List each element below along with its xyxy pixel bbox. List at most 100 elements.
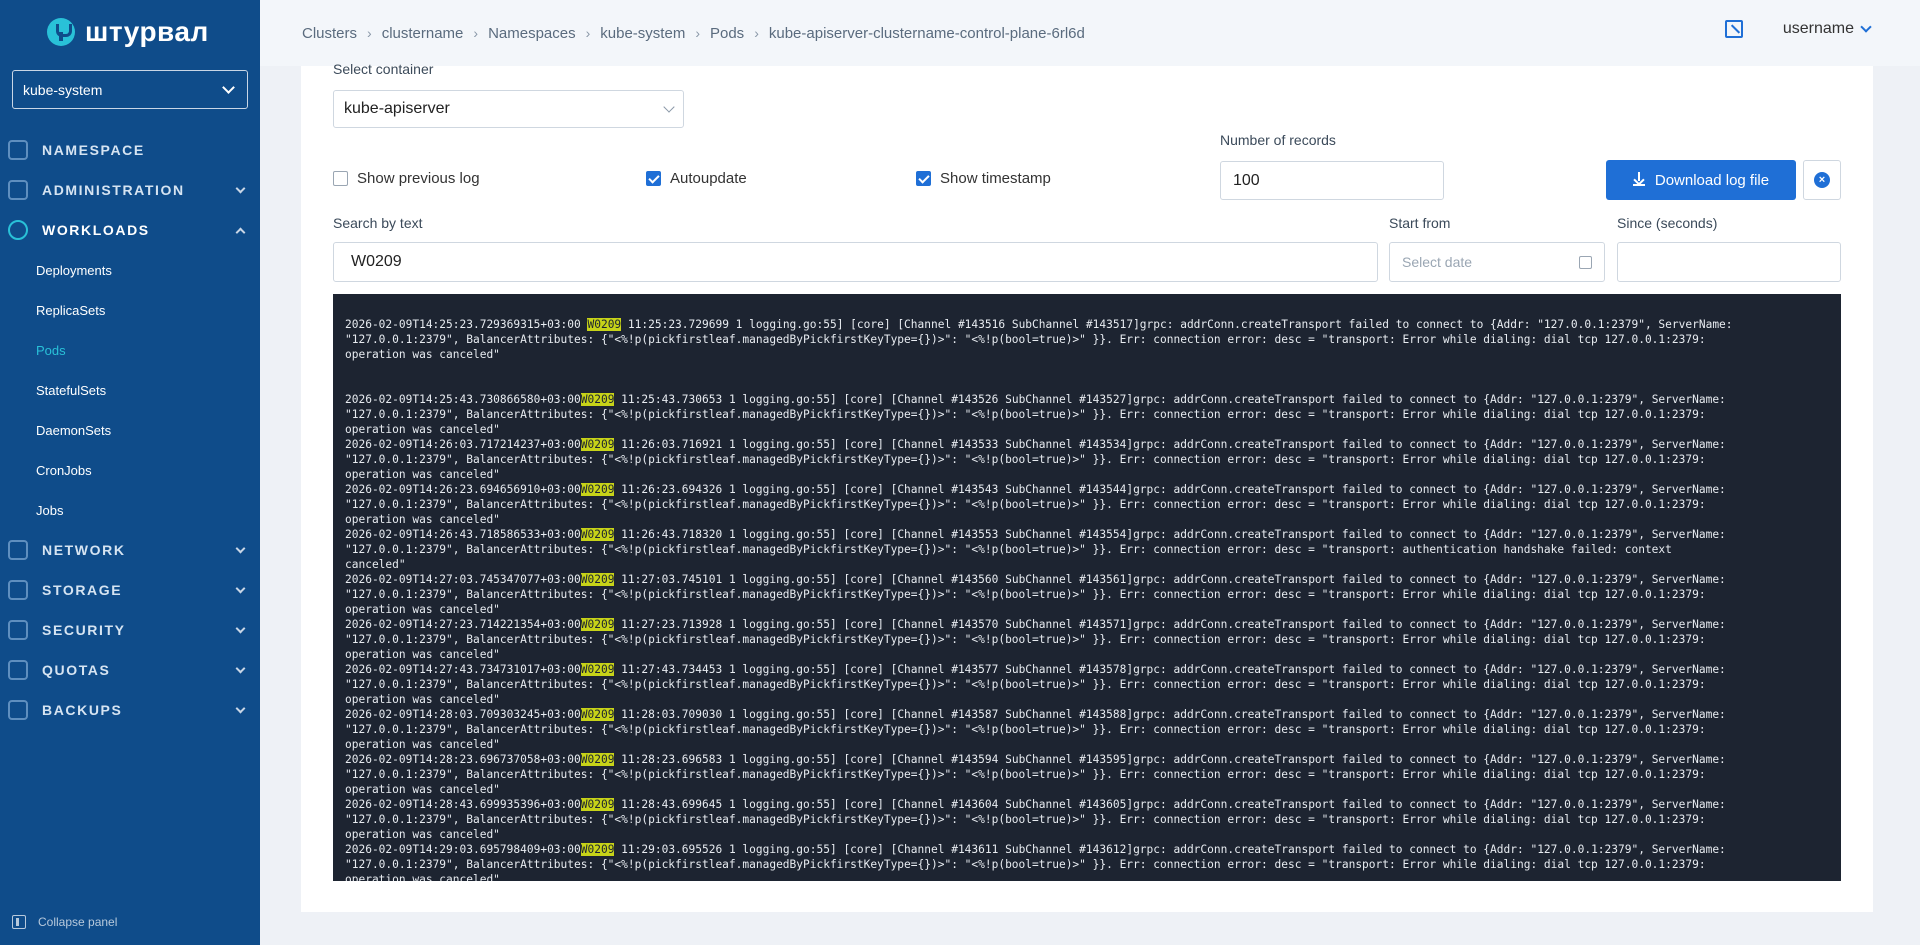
show-previous-log-checkbox[interactable]: Show previous log xyxy=(333,170,480,187)
download-log-label: Download log file xyxy=(1654,171,1770,189)
breadcrumb-separator-icon: › xyxy=(367,25,372,41)
log-message: 11:26:03.716921 1 logging.go:55] [core] … xyxy=(614,438,1726,451)
log-line: "127.0.0.1:2379", BalancerAttributes: {"… xyxy=(345,678,1706,691)
breadcrumb-cluster[interactable]: clustername xyxy=(382,25,464,42)
log-timestamp: 2026-02-09T14:28:23.696737058+03:00 xyxy=(345,753,581,766)
breadcrumb-pods[interactable]: Pods xyxy=(710,25,744,42)
show-timestamp-checkbox[interactable]: Show timestamp xyxy=(916,170,1051,187)
start-date-placeholder: Select date xyxy=(1402,254,1473,270)
search-label: Search by text xyxy=(333,215,423,231)
log-entry-partial: 2026-02-09T14:25:23.729369315+03:00 W020… xyxy=(345,317,1829,362)
search-match-highlight: W0209 xyxy=(580,843,615,856)
nav-network[interactable]: NETWORK xyxy=(0,530,260,570)
nav-label: STORAGE xyxy=(42,582,123,598)
container-select[interactable]: kube-apiserver xyxy=(333,90,684,128)
nav-quotas[interactable]: QUOTAS xyxy=(0,650,260,690)
collapse-panel-button[interactable]: Collapse panel xyxy=(12,915,117,929)
breadcrumb: Clusters › clustername › Namespaces › ku… xyxy=(302,25,1085,42)
checkbox-label: Autoupdate xyxy=(670,170,747,187)
log-output[interactable]: 2026-02-09T14:25:23.729369315+03:00 W020… xyxy=(333,294,1841,881)
sidebar-toggle-icon xyxy=(12,915,26,929)
backup-icon xyxy=(8,700,28,720)
breadcrumb-namespace[interactable]: kube-system xyxy=(600,25,685,42)
log-line: operation was canceled" xyxy=(345,693,500,706)
external-link-icon[interactable] xyxy=(1724,20,1743,38)
chevron-down-icon xyxy=(1860,20,1872,33)
user-menu[interactable]: username xyxy=(1782,20,1872,38)
sidebar-item-cronjobs[interactable]: CronJobs xyxy=(0,450,260,490)
log-line: "127.0.0.1:2379", BalancerAttributes: {"… xyxy=(345,813,1706,826)
log-line: 2026-02-09T14:27:03.745347077+03:00W0209… xyxy=(345,572,1829,587)
sidebar-item-replicasets[interactable]: ReplicaSets xyxy=(0,290,260,330)
breadcrumb-clusters[interactable]: Clusters xyxy=(302,25,357,42)
log-line: 2026-02-09T14:26:23.694656910+03:00W0209… xyxy=(345,482,1829,497)
log-line: operation was canceled" xyxy=(345,648,500,661)
nav-workloads[interactable]: WORKLOADS xyxy=(0,210,260,250)
log-entry: 2026-02-09T14:26:03.717214237+03:00W0209… xyxy=(345,437,1829,482)
breadcrumb-separator-icon: › xyxy=(754,25,759,41)
database-icon xyxy=(8,580,28,600)
nav-label: NAMESPACE xyxy=(42,142,145,158)
records-label: Number of records xyxy=(1220,132,1336,148)
sidebar-item-pods[interactable]: Pods xyxy=(0,330,260,370)
nav-label: SECURITY xyxy=(42,622,126,638)
log-message: 11:27:23.713928 1 logging.go:55] [core] … xyxy=(614,618,1726,631)
pie-chart-icon xyxy=(8,660,28,680)
start-from-label: Start from xyxy=(1389,215,1451,231)
search-input[interactable]: W0209 xyxy=(333,242,1378,282)
log-line: 2026-02-09T14:25:43.730866580+03:00W0209… xyxy=(345,392,1829,407)
nav-label: BACKUPS xyxy=(42,702,123,718)
breadcrumb-namespaces[interactable]: Namespaces xyxy=(488,25,576,42)
nav-security[interactable]: SECURITY xyxy=(0,610,260,650)
log-timestamp: 2026-02-09T14:28:03.709303245+03:00 xyxy=(345,708,581,721)
gear-icon xyxy=(8,180,28,200)
log-timestamp: 2026-02-09T14:26:03.717214237+03:00 xyxy=(345,438,581,451)
namespace-select[interactable]: kube-system xyxy=(12,70,248,109)
log-line: "127.0.0.1:2379", BalancerAttributes: {"… xyxy=(345,498,1706,511)
log-line: 2026-02-09T14:26:03.717214237+03:00W0209… xyxy=(345,437,1829,452)
autoupdate-checkbox[interactable]: Autoupdate xyxy=(646,170,747,187)
log-entry: 2026-02-09T14:28:03.709303245+03:00W0209… xyxy=(345,707,1829,752)
username: username xyxy=(1782,20,1854,37)
log-entry: 2026-02-09T14:28:43.699935396+03:00W0209… xyxy=(345,797,1829,842)
sidebar-item-daemonsets[interactable]: DaemonSets xyxy=(0,410,260,450)
breadcrumb-current: kube-apiserver-clustername-control-plane… xyxy=(768,24,1085,42)
sidebar-item-deployments[interactable]: Deployments xyxy=(0,250,260,290)
log-message: 11:27:03.745101 1 logging.go:55] [core] … xyxy=(614,573,1726,586)
records-input[interactable]: 100 xyxy=(1220,161,1444,200)
shield-icon xyxy=(8,620,28,640)
log-timestamp: 2026-02-09T14:27:03.745347077+03:00 xyxy=(345,573,581,586)
header: Clusters › clustername › Namespaces › ku… xyxy=(260,0,1920,66)
log-line: operation was canceled" xyxy=(345,603,500,616)
checkbox-icon xyxy=(333,171,348,186)
logo[interactable]: штурвал xyxy=(47,16,209,48)
sidebar-item-statefulsets[interactable]: StatefulSets xyxy=(0,370,260,410)
log-entry: 2026-02-09T14:26:43.718586533+03:00W0209… xyxy=(345,527,1829,572)
log-line: "127.0.0.1:2379", BalancerAttributes: {"… xyxy=(345,588,1706,601)
container-select-value: kube-apiserver xyxy=(344,100,450,117)
nav-storage[interactable]: STORAGE xyxy=(0,570,260,610)
search-match-highlight: W0209 xyxy=(580,393,615,406)
log-line: operation was canceled" xyxy=(345,828,500,841)
chevron-down-icon xyxy=(235,623,246,634)
sidebar-nav: NAMESPACE ADMINISTRATION WORKLOADS Deplo… xyxy=(0,130,260,730)
start-date-picker[interactable]: Select date xyxy=(1389,242,1605,282)
search-match-highlight: W0209 xyxy=(580,438,615,451)
since-seconds-input[interactable] xyxy=(1617,242,1841,282)
nav-backups[interactable]: BACKUPS xyxy=(0,690,260,730)
log-line: 2026-02-09T14:25:23.729369315+03:00 W020… xyxy=(345,317,1829,332)
close-log-button[interactable]: × xyxy=(1803,160,1841,200)
nav-namespace[interactable]: NAMESPACE xyxy=(0,130,260,170)
log-timestamp: 2026-02-09T14:27:23.714221354+03:00 xyxy=(345,618,581,631)
log-message: 11:29:03.695526 1 logging.go:55] [core] … xyxy=(614,843,1726,856)
search-match-highlight: W0209 xyxy=(580,573,615,586)
nav-administration[interactable]: ADMINISTRATION xyxy=(0,170,260,210)
breadcrumb-separator-icon: › xyxy=(585,25,591,41)
download-log-button[interactable]: Download log file xyxy=(1606,160,1796,200)
sidebar-item-jobs[interactable]: Jobs xyxy=(0,490,260,530)
nav-label: ADMINISTRATION xyxy=(42,182,185,198)
log-message: 11:26:23.694326 1 logging.go:55] [core] … xyxy=(614,483,1726,496)
log-line: 2026-02-09T14:28:03.709303245+03:00W0209… xyxy=(345,707,1829,722)
log-lines: 2026-02-09T14:25:23.729369315+03:00 W020… xyxy=(345,294,1829,881)
container-label: Select container xyxy=(333,61,434,77)
